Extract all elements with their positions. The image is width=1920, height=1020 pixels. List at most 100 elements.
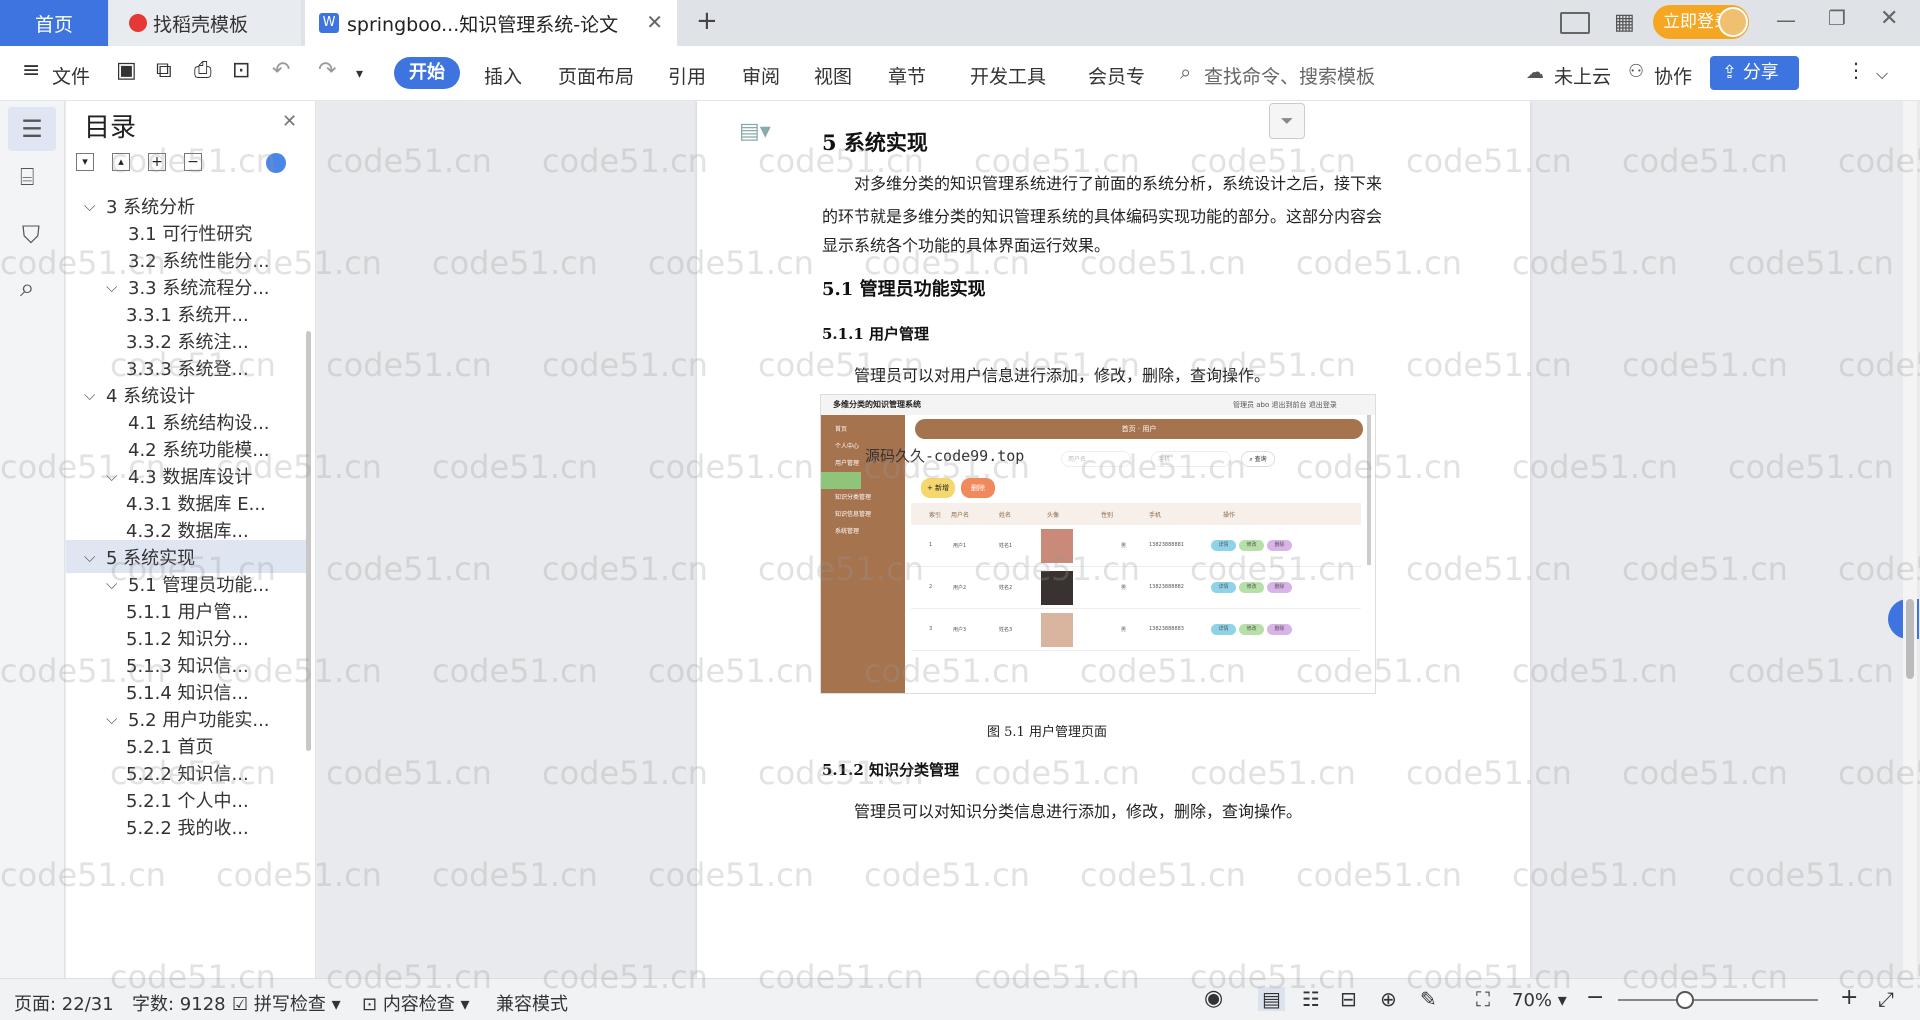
toc-item-label: 3.3 系统流程分... <box>128 277 270 299</box>
zoom-level[interactable]: 70% ▾ <box>1512 990 1567 1011</box>
tab-member[interactable]: 会员专 <box>1088 62 1145 89</box>
figure-cell: 用户3 <box>953 627 967 633</box>
paragraph: 管理员可以对用户信息进行添加，修改，删除，查询操作。 <box>854 366 1271 385</box>
tab-template[interactable]: 找稻壳模板 <box>109 0 301 46</box>
toc-item[interactable]: 5.2.2 我的收... <box>126 810 249 843</box>
chevron-down-icon[interactable]: ⌵ <box>106 278 128 296</box>
figure-menu-item: 知识信息管理 <box>835 511 872 518</box>
figure-col-header: 操作 <box>1223 512 1236 519</box>
fit-icon[interactable]: ⛶ <box>1476 987 1490 1011</box>
avatar[interactable] <box>1718 7 1748 37</box>
outline-view-icon[interactable]: ☷ <box>1302 987 1320 1011</box>
toc-item-label: 5.1.1 用户管... <box>126 601 249 623</box>
tab-home[interactable]: 首页 <box>0 0 108 46</box>
figure-search-button: ⌕ 查询 <box>1241 451 1275 467</box>
paragraph-icon[interactable]: ▤▾ <box>739 119 771 144</box>
preview-icon[interactable]: ⊡ <box>232 58 250 83</box>
export-icon[interactable]: ⧉ <box>156 58 172 83</box>
doc-scrollbar[interactable] <box>1903 101 1917 978</box>
paragraph: 对多维分类的知识管理系统进行了前面的系统分析，系统设计之后，接下来 <box>854 174 1383 193</box>
figure-delete-button: 删除 <box>961 478 995 498</box>
zoom-slider-thumb[interactable] <box>1676 991 1694 1009</box>
minimize-icon[interactable]: — <box>1776 8 1796 32</box>
figure-user-management[interactable]: 多维分类的知识管理系统 管理员 abo 退出到前台 退出登录 首页 个人中心 用户管… <box>820 394 1376 694</box>
save-icon[interactable]: ▣ <box>116 58 137 83</box>
tab-devtools[interactable]: 开发工具 <box>970 62 1046 89</box>
toc-item-label: 4.3 数据库设计 <box>128 466 253 488</box>
zoom-slider[interactable] <box>1618 999 1818 1001</box>
share-button[interactable]: ⇪ 分享 <box>1710 56 1799 90</box>
outline-icon[interactable]: ⌸ <box>20 163 34 191</box>
content-check-button[interactable]: ⊡ 内容检查 ▾ <box>362 990 470 1016</box>
chevron-down-icon[interactable]: ⌵ <box>84 197 106 215</box>
close-window-icon[interactable]: ✕ <box>1880 6 1898 31</box>
undo-icon[interactable]: ↶ <box>272 58 290 83</box>
file-menu[interactable]: 文件 <box>52 62 90 89</box>
document-page[interactable]: ▤▾ 5 系统实现 对多维分类的知识管理系统进行了前面的系统分析，系统设计之后，… <box>697 101 1530 978</box>
figure-cell: 13823888883 <box>1149 626 1184 632</box>
tab-document[interactable]: W springboo...知识管理系统-论文 ✕ <box>305 0 677 46</box>
close-icon[interactable]: ✕ <box>646 10 663 34</box>
figure-scrollbar <box>1367 415 1371 565</box>
chevron-down-icon[interactable]: ⌵ <box>84 386 106 404</box>
figure-table-header: 索引 用户名 姓名 头像 性别 手机 操作 <box>911 503 1361 525</box>
toc-item-label: 4 系统设计 <box>106 385 196 407</box>
toc-icon[interactable]: ☰ <box>8 107 56 151</box>
layout-icon[interactable] <box>1560 12 1590 34</box>
find-icon[interactable]: ⌕ <box>20 273 35 304</box>
chevron-down-icon[interactable]: ⌵ <box>1876 64 1888 84</box>
menu-icon[interactable]: ≡ <box>22 58 40 83</box>
cloud-status[interactable]: 未上云 <box>1554 62 1611 89</box>
tab-view[interactable]: 视图 <box>814 62 852 89</box>
tab-start[interactable]: 开始 <box>394 57 460 89</box>
print-icon[interactable]: ⎙ <box>194 58 212 83</box>
tab-reference[interactable]: 引用 <box>668 62 706 89</box>
more-icon[interactable]: ⋮ <box>1846 58 1866 82</box>
fullscreen-icon[interactable]: ⤢ <box>1878 987 1894 1011</box>
chevron-down-icon[interactable]: ▾ <box>356 66 363 82</box>
zoom-in-icon[interactable]: + <box>1840 985 1858 1010</box>
paragraph: 管理员可以对知识分类信息进行添加，修改，删除，查询操作。 <box>854 802 1303 821</box>
web-view-icon[interactable]: ⊕ <box>1380 987 1397 1011</box>
chevron-down-icon[interactable]: ⌵ <box>106 575 128 593</box>
toc-scrollbar[interactable] <box>306 331 311 751</box>
grid-icon[interactable]: ▦ <box>1614 10 1635 35</box>
figure-op-button: 修改 <box>1239 624 1264 635</box>
toc-item-label: 4.3.1 数据库 E... <box>126 493 266 515</box>
pen-icon[interactable]: ✎ <box>1420 987 1437 1011</box>
command-search[interactable]: 查找命令、搜索模板 <box>1204 62 1375 89</box>
eye-icon[interactable]: ◉ <box>1204 986 1223 1011</box>
tab-chapter[interactable]: 章节 <box>888 62 926 89</box>
tab-layout[interactable]: 页面布局 <box>558 62 634 89</box>
figure-cell: 3 <box>929 626 933 632</box>
figure-banner: 首页 · 用户 <box>915 419 1363 439</box>
tab-document-label: springboo...知识管理系统-论文 <box>347 13 619 36</box>
page-indicator[interactable]: 页面: 22/31 <box>14 990 114 1016</box>
figure-topright: 管理员 abo 退出到前台 退出登录 <box>1233 401 1337 409</box>
restore-icon[interactable]: ❐ <box>1828 6 1846 30</box>
filter-icon[interactable]: ⏷ <box>1269 103 1305 139</box>
figure-cell: 男 <box>1121 627 1127 633</box>
read-view-icon[interactable]: ⊟ <box>1340 987 1357 1011</box>
figure-table-row: 3 用户3 姓名3 男 13823888883 详情 修改 删除 <box>911 609 1361 651</box>
figure-search-name: 用户名 <box>1061 451 1131 467</box>
word-count[interactable]: 字数: 9128 <box>132 990 226 1016</box>
figure-avatar <box>1041 571 1073 605</box>
toc-item-label: 5.2.1 个人中... <box>126 790 249 812</box>
ribbon: ≡ 文件 ▣ ⧉ ⎙ ⊡ ↶ ↷ ▾ 开始 插入 页面布局 引用 审阅 视图 章… <box>0 46 1920 101</box>
spell-check-button[interactable]: ☑ 拼写检查 ▾ <box>232 990 341 1016</box>
new-tab-button[interactable]: + <box>696 6 718 36</box>
collab-button[interactable]: 协作 <box>1654 62 1692 89</box>
figure-header: 多维分类的知识管理系统 管理员 abo 退出到前台 退出登录 <box>821 395 1375 415</box>
chevron-down-icon[interactable]: ⌵ <box>106 467 128 485</box>
scroll-thumb[interactable] <box>1906 599 1914 679</box>
chevron-down-icon[interactable]: ⌵ <box>84 548 106 566</box>
redo-icon[interactable]: ↷ <box>318 58 336 83</box>
figure-op-button: 修改 <box>1239 540 1264 551</box>
tab-insert[interactable]: 插入 <box>484 62 522 89</box>
zoom-out-icon[interactable]: − <box>1586 985 1604 1010</box>
chevron-down-icon[interactable]: ⌵ <box>106 710 128 728</box>
tab-review[interactable]: 审阅 <box>742 62 780 89</box>
page-view-icon[interactable]: ▤ <box>1258 987 1285 1011</box>
bookmark-icon[interactable]: ⛉ <box>22 221 40 249</box>
